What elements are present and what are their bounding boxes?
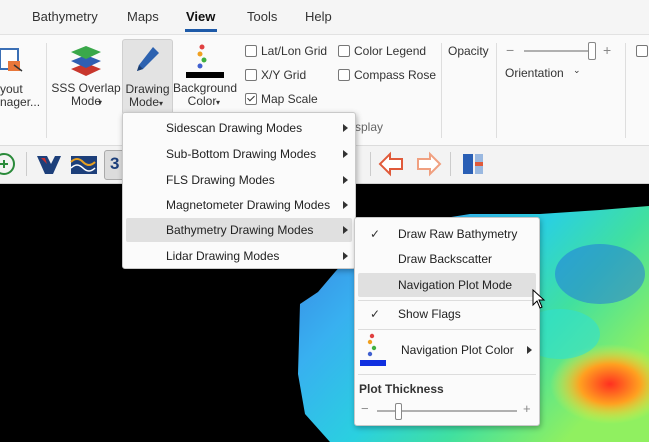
waves-icon[interactable] [69, 150, 97, 178]
sss-overlap-label-2: Mode [70, 94, 102, 108]
opacity-label: Opacity [448, 44, 489, 58]
ribbon-separator [625, 43, 626, 138]
menu-item-label: Bathymetry Drawing Modes [166, 223, 314, 237]
partial-checkbox[interactable] [636, 45, 648, 57]
tab-maps[interactable]: Maps [127, 9, 159, 24]
background-color-button[interactable]: Background Color ▾ [172, 41, 238, 121]
menu-item-draw-raw-bathymetry[interactable]: ✓ Draw Raw Bathymetry [358, 222, 536, 246]
lat-lon-grid-label: Lat/Lon Grid [261, 44, 328, 58]
menu-item-label: Navigation Plot Color [401, 343, 514, 357]
compass-rose-label: Compass Rose [354, 68, 437, 82]
menu-item-label: Sub-Bottom Drawing Modes [166, 147, 317, 161]
menu-item-fls[interactable]: FLS Drawing Modes [126, 168, 352, 192]
menu-item-label: Show Flags [398, 307, 461, 321]
menu-item-sub-bottom[interactable]: Sub-Bottom Drawing Modes [126, 142, 352, 166]
arrow-left-icon[interactable] [378, 150, 406, 178]
layout-manager-button[interactable]: yout nager... [0, 41, 44, 121]
menu-item-bathymetry[interactable]: Bathymetry Drawing Modes [126, 218, 352, 242]
menu-separator [358, 329, 536, 330]
bathy-tool-icon: 3 [110, 154, 120, 173]
map-scale-label: Map Scale [261, 92, 318, 106]
chevron-right-icon [343, 226, 348, 234]
chevron-right-icon [343, 124, 348, 132]
plot-thickness-label: Plot Thickness [359, 382, 444, 396]
sidescan-icon[interactable] [35, 150, 63, 178]
layout-manager-label-2: nager... [0, 95, 41, 109]
bathymetry-drawing-submenu: ✓ Draw Raw Bathymetry Draw Backscatter N… [354, 217, 540, 426]
chevron-right-icon [343, 252, 348, 260]
toolbar-separator [26, 152, 27, 176]
menu-item-draw-backscatter[interactable]: Draw Backscatter [358, 247, 536, 271]
color-legend-label: Color Legend [354, 44, 427, 58]
compass-rose-checkbox[interactable] [338, 69, 350, 81]
tab-bathymetry[interactable]: Bathymetry [32, 9, 98, 24]
color-dots-icon [360, 333, 386, 366]
layers-panel-icon[interactable] [459, 150, 487, 178]
chevron-down-icon: ▾ [216, 98, 221, 107]
pencil-icon [137, 47, 159, 71]
drawing-mode-menu: Sidescan Drawing Modes Sub-Bottom Drawin… [122, 112, 356, 269]
menu-item-label: Draw Backscatter [398, 252, 493, 266]
layers-icon [71, 46, 101, 76]
checkmark-icon: ✓ [370, 307, 381, 321]
tab-view[interactable]: View [186, 9, 215, 24]
plot-thickness-decrease[interactable]: − [361, 401, 369, 416]
opacity-slider-thumb[interactable] [588, 42, 596, 60]
menu-bar: Bathymetry Maps View Tools Help [0, 0, 649, 35]
layout-manager-icon [0, 48, 23, 72]
chevron-right-icon [343, 201, 348, 209]
menu-item-navigation-plot-mode[interactable]: Navigation Plot Mode [358, 273, 536, 297]
add-circle-icon[interactable] [0, 150, 28, 178]
opacity-decrease[interactable]: − [506, 42, 514, 58]
tab-help[interactable]: Help [305, 9, 332, 24]
menu-separator [358, 300, 536, 301]
arrow-right-icon[interactable] [414, 150, 442, 178]
menu-item-navigation-plot-color[interactable]: Navigation Plot Color [358, 332, 536, 368]
menu-item-lidar[interactable]: Lidar Drawing Modes [126, 244, 352, 268]
menu-item-label: Navigation Plot Mode [398, 278, 513, 292]
menu-separator [358, 374, 536, 375]
checkmark-icon: ✓ [370, 227, 381, 241]
menu-item-label: Draw Raw Bathymetry [398, 227, 518, 241]
chevron-down-icon: ⌄ [573, 65, 581, 75]
ribbon-separator [496, 43, 497, 138]
color-legend-checkbox[interactable] [338, 45, 350, 57]
menu-item-sidescan[interactable]: Sidescan Drawing Modes [126, 116, 352, 140]
background-color-label-2: Color [187, 94, 217, 108]
ribbon-separator [441, 43, 442, 138]
tab-tools[interactable]: Tools [247, 9, 277, 24]
menu-item-label: Magnetometer Drawing Modes [166, 198, 331, 212]
color-dots-icon [186, 44, 224, 78]
active-tab-indicator [185, 29, 217, 32]
menu-item-magnetometer[interactable]: Magnetometer Drawing Modes [126, 193, 352, 217]
chevron-down-icon: ▾ [159, 99, 164, 108]
drawing-mode-button[interactable]: Drawing Mode ▾ [122, 39, 173, 115]
menu-item-label: FLS Drawing Modes [166, 173, 275, 187]
chevron-right-icon [343, 150, 348, 158]
map-scale-checkbox[interactable] [245, 93, 257, 105]
plot-thickness-slider-thumb[interactable] [395, 403, 402, 420]
lat-lon-grid-checkbox[interactable] [245, 45, 257, 57]
chevron-down-icon: ▾ [98, 98, 103, 107]
opacity-slider-track[interactable] [524, 50, 596, 52]
orientation-dropdown[interactable]: Orientation [505, 66, 564, 80]
toolbar-separator [450, 152, 451, 176]
xy-grid-checkbox[interactable] [245, 69, 257, 81]
xy-grid-label: X/Y Grid [261, 68, 307, 82]
toolbar-separator [370, 152, 371, 176]
menu-item-show-flags[interactable]: ✓ Show Flags [358, 302, 536, 326]
plot-thickness-increase[interactable]: + [523, 401, 531, 416]
menu-item-label: Lidar Drawing Modes [166, 249, 280, 263]
chevron-right-icon [343, 176, 348, 184]
display-group-label: splay [355, 120, 384, 134]
mouse-cursor-icon [532, 289, 546, 309]
ribbon-separator [46, 43, 47, 138]
sss-overlap-mode-button[interactable]: SSS Overlap Mode ▾ [50, 41, 121, 121]
opacity-increase[interactable]: + [603, 42, 611, 58]
chevron-right-icon [527, 346, 532, 354]
menu-item-label: Sidescan Drawing Modes [166, 121, 303, 135]
